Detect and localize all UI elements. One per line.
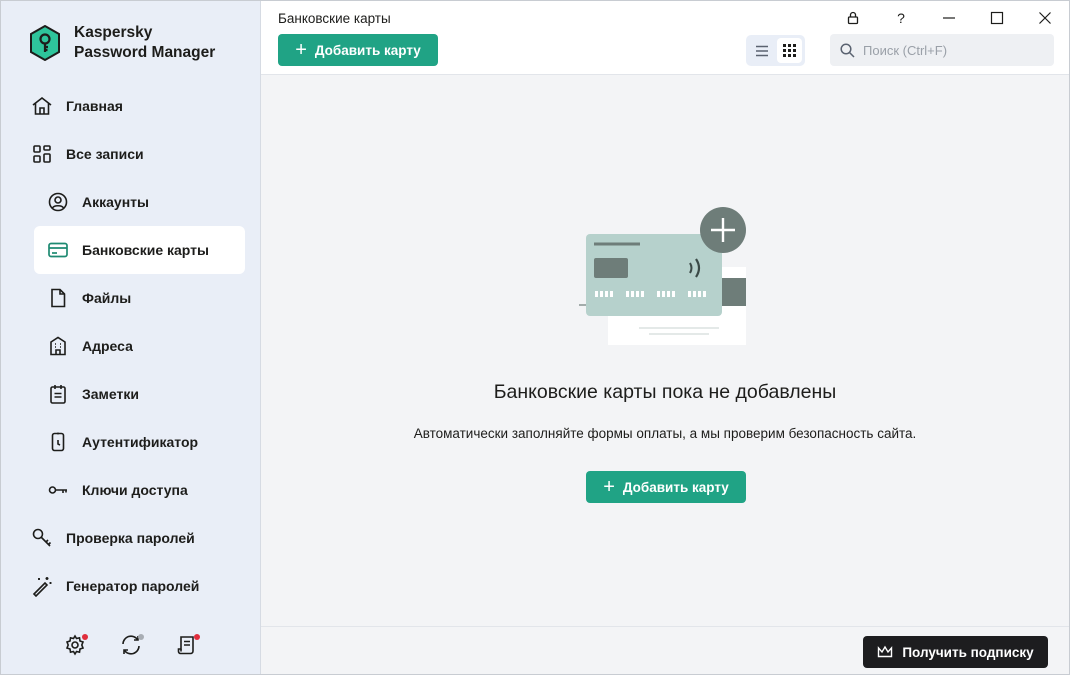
search-box[interactable] — [830, 34, 1054, 66]
sync-button[interactable] — [118, 632, 144, 658]
list-icon — [755, 45, 768, 56]
building-icon — [47, 335, 69, 357]
get-subscription-button[interactable]: Получить подписку — [863, 636, 1048, 668]
brand-line-2: Password Manager — [74, 44, 216, 61]
empty-state: Банковские карты пока не добавлены Автом… — [261, 75, 1069, 626]
sidebar-item-label: Все записи — [66, 146, 144, 162]
maximize-icon — [990, 11, 1004, 25]
sidebar-item-files[interactable]: Файлы — [1, 274, 261, 322]
sidebar-item-home[interactable]: Главная — [1, 82, 261, 130]
add-card-button-center[interactable]: + Добавить карту — [586, 471, 746, 503]
notification-dot — [194, 634, 200, 640]
empty-state-description: Автоматически заполняйте формы оплаты, а… — [413, 426, 917, 441]
search-input[interactable] — [863, 42, 1043, 58]
add-card-button[interactable]: + Добавить карту — [278, 34, 438, 66]
close-button[interactable] — [1021, 1, 1069, 35]
key-icon — [47, 479, 69, 501]
user-circle-icon — [47, 191, 69, 213]
maximize-button[interactable] — [973, 1, 1021, 35]
grid-icon — [31, 143, 53, 165]
sidebar-footer — [1, 625, 261, 665]
brand: Kaspersky Password Manager — [29, 23, 234, 63]
home-icon — [31, 95, 53, 117]
sidebar-item-label: Главная — [66, 98, 123, 114]
sidebar-item-label: Аутентификатор — [82, 434, 199, 450]
sidebar-item-label: Адреса — [82, 338, 133, 354]
list-view-button[interactable] — [749, 38, 775, 63]
sidebar-item-password-generator[interactable]: Генератор паролей — [1, 562, 261, 610]
sidebar-item-label: Проверка паролей — [66, 530, 195, 546]
tile-view-button[interactable] — [776, 38, 802, 63]
credit-card-illustration — [579, 207, 746, 345]
add-card-label: Добавить карту — [314, 42, 421, 58]
magic-wand-icon — [31, 575, 53, 597]
sidebar-item-label: Файлы — [82, 290, 132, 306]
tiles-icon — [782, 44, 796, 57]
minimize-icon — [943, 17, 955, 19]
sidebar-nav: Главная Все записи Аккаунты Банковские к… — [1, 82, 261, 610]
key-check-icon — [31, 527, 53, 549]
plus-icon: + — [295, 39, 307, 61]
page-title: Банковские карты — [278, 11, 391, 26]
sidebar-item-label: Банковские карты — [82, 242, 209, 258]
main-area: Банковские карты ? + Добавить карту Поис… — [261, 1, 1069, 674]
notification-dot — [82, 634, 88, 640]
file-icon — [47, 287, 69, 309]
sidebar-item-all-records[interactable]: Все записи — [1, 130, 261, 178]
view-toggle — [746, 35, 805, 66]
kaspersky-logo-icon — [30, 25, 60, 61]
credit-card-icon — [47, 239, 69, 261]
brand-line-1: Kaspersky — [74, 24, 153, 41]
get-subscription-label: Получить подписку — [902, 644, 1034, 660]
footer-bar: Получить подписку — [261, 626, 1069, 674]
settings-button[interactable] — [62, 632, 88, 658]
sidebar-item-bank-cards[interactable]: Банковские карты — [34, 226, 245, 274]
header: Банковские карты ? + Добавить карту Поис… — [261, 1, 1069, 75]
app-window: Kaspersky Password Manager Главная Все з… — [0, 0, 1070, 675]
help-button[interactable]: ? — [877, 1, 925, 35]
add-card-label: Добавить карту — [622, 479, 729, 495]
lock-button[interactable] — [829, 1, 877, 35]
phone-icon — [47, 431, 69, 453]
sidebar-item-label: Ключи доступа — [82, 482, 188, 498]
close-icon — [1039, 12, 1051, 24]
sidebar-item-label: Заметки — [82, 386, 139, 402]
empty-state-title: Банковские карты пока не добавлены — [493, 381, 837, 403]
window-controls: ? — [829, 1, 1069, 35]
search-icon — [840, 42, 855, 58]
sidebar-item-label: Генератор паролей — [66, 578, 200, 594]
brand-name: Kaspersky Password Manager — [74, 23, 234, 63]
notepad-icon — [47, 383, 69, 405]
lock-icon — [847, 11, 859, 25]
sidebar-item-addresses[interactable]: Адреса — [1, 322, 261, 370]
sidebar-item-password-check[interactable]: Проверка паролей — [1, 514, 261, 562]
sidebar-item-accounts[interactable]: Аккаунты — [1, 178, 261, 226]
sidebar: Kaspersky Password Manager Главная Все з… — [1, 1, 261, 674]
crown-icon — [878, 645, 893, 658]
news-button[interactable] — [174, 632, 200, 658]
sidebar-item-label: Аккаунты — [82, 194, 149, 210]
plus-icon: + — [603, 476, 615, 498]
sidebar-item-authenticator[interactable]: Аутентификатор — [1, 418, 261, 466]
minimize-button[interactable] — [925, 1, 973, 35]
sidebar-item-passkeys[interactable]: Ключи доступа — [1, 466, 261, 514]
notification-dot — [138, 634, 144, 640]
help-icon: ? — [897, 10, 905, 26]
sidebar-item-notes[interactable]: Заметки — [1, 370, 261, 418]
